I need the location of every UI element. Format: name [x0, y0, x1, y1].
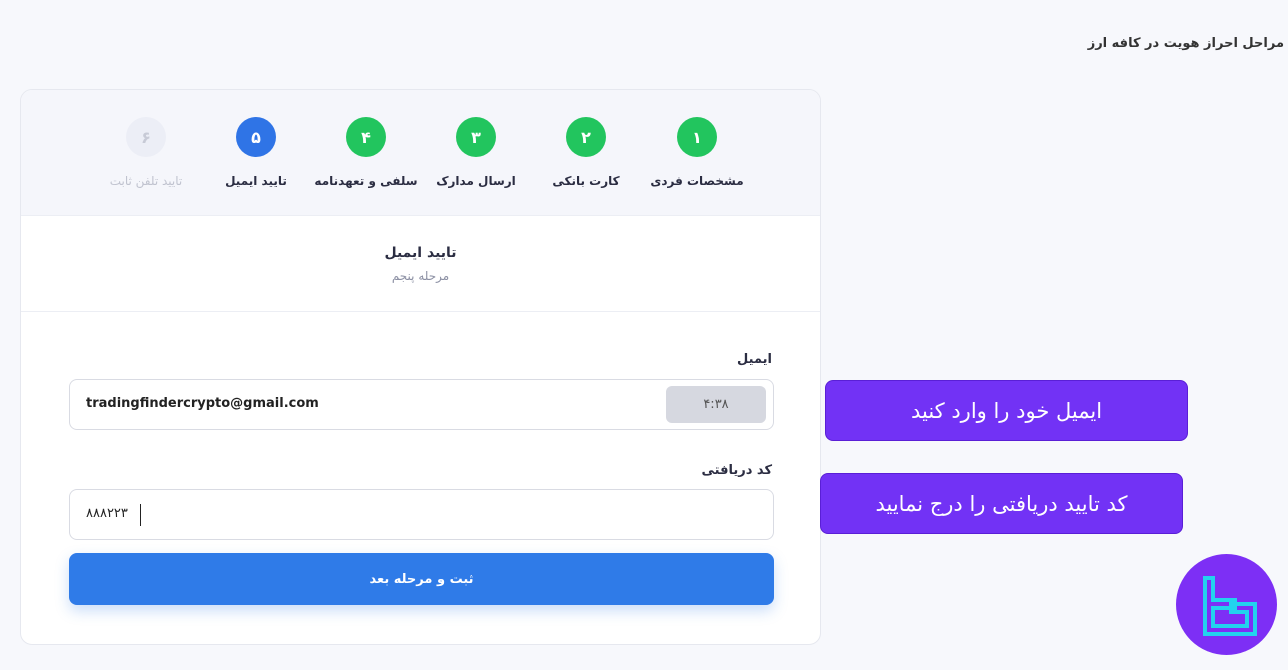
resend-timer-badge: ۴:۳۸	[666, 386, 766, 423]
step-label: تایید ایمیل	[225, 174, 287, 188]
submit-next-step-button[interactable]: ثبت و مرحله بعد	[69, 553, 774, 605]
email-field[interactable]: tradingfindercrypto@gmail.com ۴:۳۸	[69, 379, 774, 430]
step-number-badge: ۲	[566, 117, 606, 157]
logo-mark	[1202, 575, 1257, 636]
code-value: ۸۸۸۲۲۳	[86, 506, 128, 521]
stepper: ۱ مشخصات فردی ۲ کارت بانکی ۳ ارسال مدارک…	[21, 90, 820, 216]
step-label: سلفی و تعهدنامه	[314, 174, 418, 188]
verification-code-field[interactable]: ۸۸۸۲۲۳	[69, 489, 774, 540]
page-heading: مراحل احراز هویت در کافه ارز	[1087, 36, 1284, 51]
section-title: تایید ایمیل	[384, 244, 457, 261]
page: مراحل احراز هویت در کافه ارز ۱ مشخصات فر…	[0, 0, 1288, 670]
verification-form: ایمیل tradingfindercrypto@gmail.com ۴:۳۸…	[21, 312, 820, 644]
step-landline-verification: ۶ تایید تلفن ثابت	[86, 117, 206, 188]
step-label: تایید تلفن ثابت	[109, 174, 183, 188]
step-personal-info[interactable]: ۱ مشخصات فردی	[637, 117, 757, 188]
step-selfie-commitment[interactable]: ۴ سلفی و تعهدنامه	[306, 117, 426, 188]
step-number-badge: ۴	[346, 117, 386, 157]
step-number-badge: ۵	[236, 117, 276, 157]
tradingfinder-logo-icon	[1176, 554, 1277, 655]
step-bank-card[interactable]: ۲ کارت بانکی	[526, 117, 646, 188]
step-label: ارسال مدارک	[436, 174, 516, 188]
email-callout: ایمیل خود را وارد کنید	[825, 380, 1188, 441]
step-email-verification[interactable]: ۵ تایید ایمیل	[196, 117, 316, 188]
step-documents[interactable]: ۳ ارسال مدارک	[416, 117, 536, 188]
step-number-badge: ۶	[126, 117, 166, 157]
step-label: مشخصات فردی	[650, 174, 744, 188]
section-header: تایید ایمیل مرحله پنجم	[21, 216, 820, 312]
verification-card: ۱ مشخصات فردی ۲ کارت بانکی ۳ ارسال مدارک…	[20, 89, 821, 645]
step-label: کارت بانکی	[552, 174, 620, 188]
code-callout: کد تایید دریافتی را درج نمایید	[820, 473, 1183, 534]
code-label: کد دریافتی	[701, 463, 772, 478]
step-number-badge: ۳	[456, 117, 496, 157]
step-number-badge: ۱	[677, 117, 717, 157]
text-caret	[140, 504, 141, 526]
section-subtitle: مرحله پنجم	[391, 268, 450, 283]
email-value: tradingfindercrypto@gmail.com	[86, 396, 319, 411]
email-label: ایمیل	[737, 352, 772, 367]
